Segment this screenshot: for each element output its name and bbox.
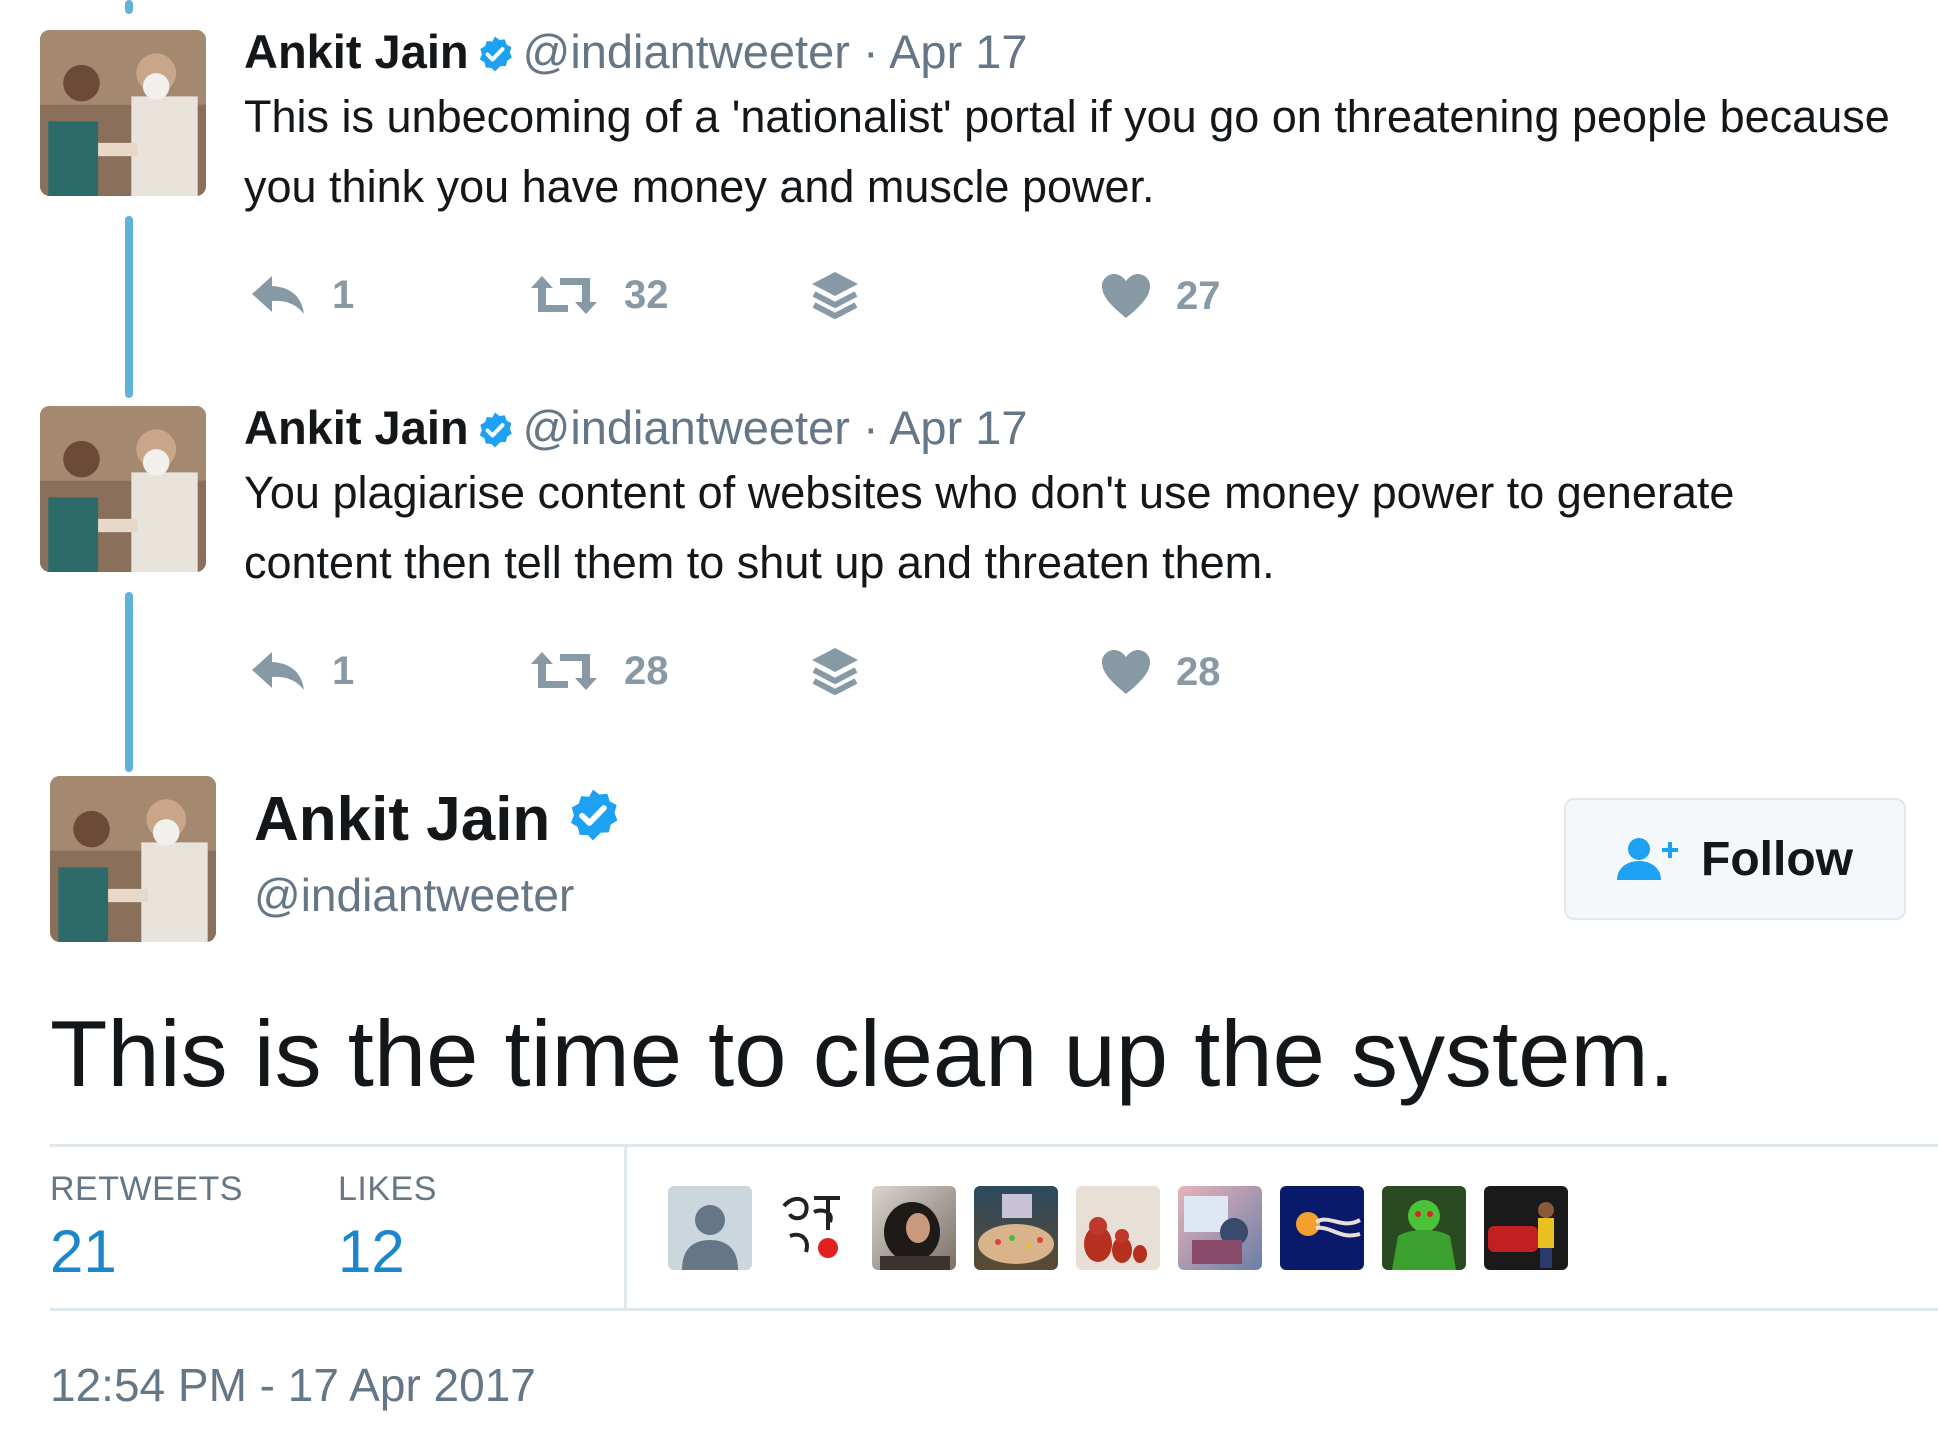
retweets-label: RETWEETS (50, 1170, 243, 1208)
liker-avatar[interactable] (1178, 1186, 1262, 1270)
liker-avatar[interactable] (1280, 1186, 1364, 1270)
divider (50, 1308, 1938, 1311)
tweet-text: This is the time to clean up the system. (50, 1001, 1675, 1106)
likes-count: 12 (338, 1218, 405, 1285)
thread-line (125, 592, 133, 772)
tweet-header: Ankit Jain @indiantweeter · Apr 17 (244, 28, 1028, 81)
tweet-date[interactable]: Apr 17 (889, 25, 1027, 78)
verified-badge-icon (475, 410, 515, 457)
liker-avatar[interactable] (872, 1186, 956, 1270)
follow-user-icon (1617, 838, 1679, 880)
reply-icon (252, 652, 304, 690)
like-count: 28 (1176, 649, 1221, 694)
follow-label: Follow (1701, 832, 1853, 886)
layers-button[interactable] (808, 644, 862, 698)
heart-icon (1102, 274, 1150, 318)
retweet-icon (531, 276, 597, 314)
retweet-icon (531, 652, 597, 690)
avatar[interactable] (50, 776, 216, 942)
liker-avatar[interactable] (668, 1186, 752, 1270)
author-name[interactable]: Ankit Jain (254, 786, 630, 855)
author-name[interactable]: Ankit Jain (244, 25, 469, 78)
tweet-timestamp[interactable]: 12:54 PM - 17 Apr 2017 (50, 1362, 536, 1408)
reply-button[interactable]: 1 (248, 272, 354, 318)
layers-icon (812, 648, 858, 695)
layers-button[interactable] (808, 268, 862, 322)
author-handle[interactable]: @indiantweeter (523, 401, 850, 454)
divider (50, 1144, 1938, 1147)
retweets-count: 21 (50, 1218, 117, 1285)
retweet-count: 28 (624, 648, 669, 693)
liker-avatar[interactable] (770, 1186, 854, 1270)
retweet-button[interactable]: 32 (528, 272, 669, 318)
tweet-date[interactable]: Apr 17 (889, 401, 1027, 454)
reply-count: 1 (332, 272, 355, 317)
thread-line (125, 216, 133, 398)
tweet-header: Ankit Jain @indiantweeter · Apr 17 (244, 404, 1028, 457)
author-handle[interactable]: @indiantweeter (254, 872, 574, 918)
retweet-button[interactable]: 28 (528, 648, 669, 694)
thread-line (125, 0, 133, 14)
reply-icon (252, 276, 304, 314)
tweet-text: You plagiarise content of websites who d… (244, 467, 1735, 588)
verified-badge-icon (475, 34, 515, 81)
like-button[interactable]: 28 (1100, 648, 1221, 696)
liker-avatar[interactable] (1484, 1186, 1568, 1270)
liker-avatar[interactable] (1382, 1186, 1466, 1270)
avatar[interactable] (40, 30, 206, 196)
like-count: 27 (1176, 273, 1221, 318)
separator: · (862, 25, 879, 78)
divider (624, 1146, 627, 1308)
liker-avatar[interactable] (974, 1186, 1058, 1270)
heart-icon (1102, 650, 1150, 694)
author-handle[interactable]: @indiantweeter (523, 25, 850, 78)
tweet-text: This is unbecoming of a 'nationalist' po… (244, 91, 1890, 212)
reply-button[interactable]: 1 (248, 648, 354, 694)
verified-badge-icon (564, 786, 622, 855)
reply-count: 1 (332, 648, 355, 693)
separator: · (862, 401, 879, 454)
default-user-icon (682, 1205, 738, 1270)
retweet-count: 32 (624, 272, 669, 317)
likes-label: LIKES (338, 1170, 437, 1208)
like-button[interactable]: 27 (1100, 272, 1221, 320)
follow-button[interactable]: Follow (1564, 798, 1906, 920)
author-name[interactable]: Ankit Jain (244, 401, 469, 454)
layers-icon (812, 272, 858, 319)
liker-avatar[interactable] (1076, 1186, 1160, 1270)
avatar[interactable] (40, 406, 206, 572)
